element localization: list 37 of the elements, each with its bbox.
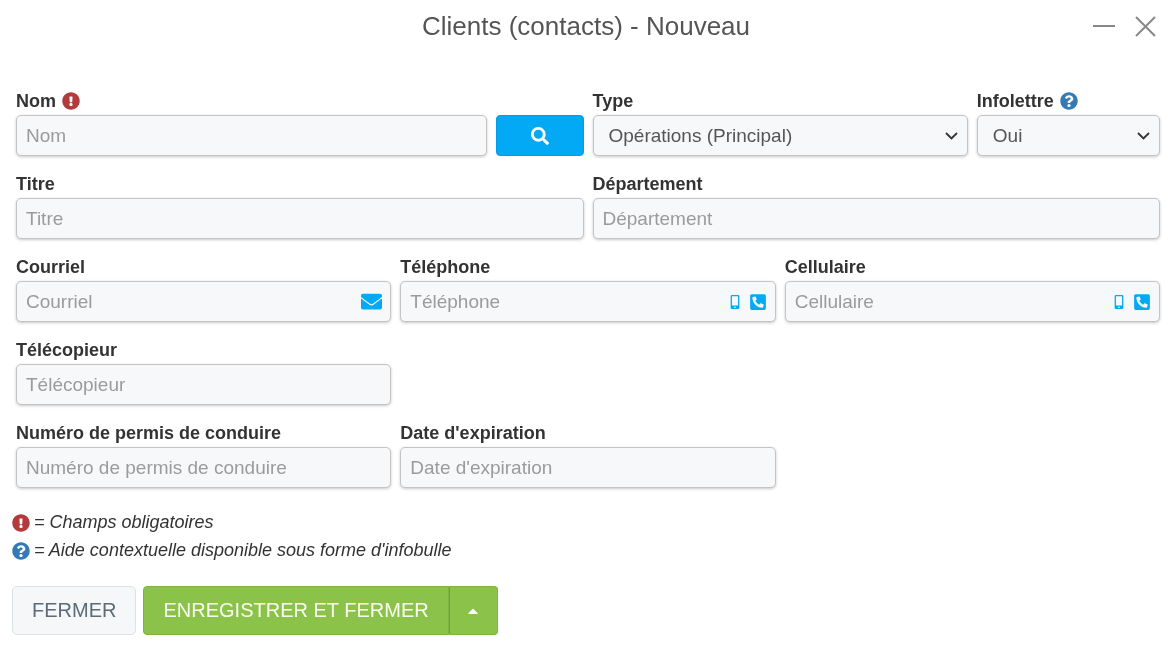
field-label: Téléphone [400,256,491,278]
field-label: Date d'expiration [400,422,546,444]
input-field[interactable]: Téléphone [400,281,776,322]
help-icon [12,541,30,560]
chevron-down-icon [1137,131,1150,140]
field-label: Numéro de permis de conduire [16,422,282,444]
input-field[interactable]: Cellulaire [784,281,1160,322]
input-field[interactable]: Nom [16,115,488,156]
field-label: Département [592,173,703,195]
input-field[interactable]: Département [592,198,1160,239]
select-field[interactable]: Oui [976,115,1160,156]
close-icon[interactable] [1135,15,1156,37]
field-label: Infolettre [976,90,1054,112]
input-field[interactable]: Courriel [16,281,392,322]
field-label: Type [592,90,634,112]
field-label: Titre [16,173,55,195]
input-field[interactable]: Titre [16,198,584,239]
phone-icon[interactable] [748,292,767,311]
search-icon [530,126,549,145]
field-label: Nom [16,90,56,112]
chevron-down-icon [944,131,958,140]
exclamation-icon [12,513,30,532]
input-field[interactable]: Numéro de permis de conduire [16,447,392,488]
input-field[interactable]: Date d'expiration [400,447,776,488]
field-label: Télécopieur [16,339,118,361]
mobile-phone-icon[interactable] [1112,294,1126,309]
window-title: Clients (contacts) - Nouveau [422,10,750,42]
input-field[interactable]: Télécopieur [16,364,392,405]
envelope-icon[interactable] [361,291,383,312]
search-button[interactable] [496,115,584,156]
legend-text: = Aide contextuelle disponible sous forme d'infobulle [34,540,452,561]
field-label: Courriel [16,256,85,278]
select-field[interactable]: Opérations (Principal) [592,115,968,156]
phone-icon[interactable] [1133,292,1151,311]
field-label: Cellulaire [784,256,866,278]
legend-text: = Champs obligatoires [34,512,214,533]
close-button[interactable]: FERMER [12,586,137,635]
